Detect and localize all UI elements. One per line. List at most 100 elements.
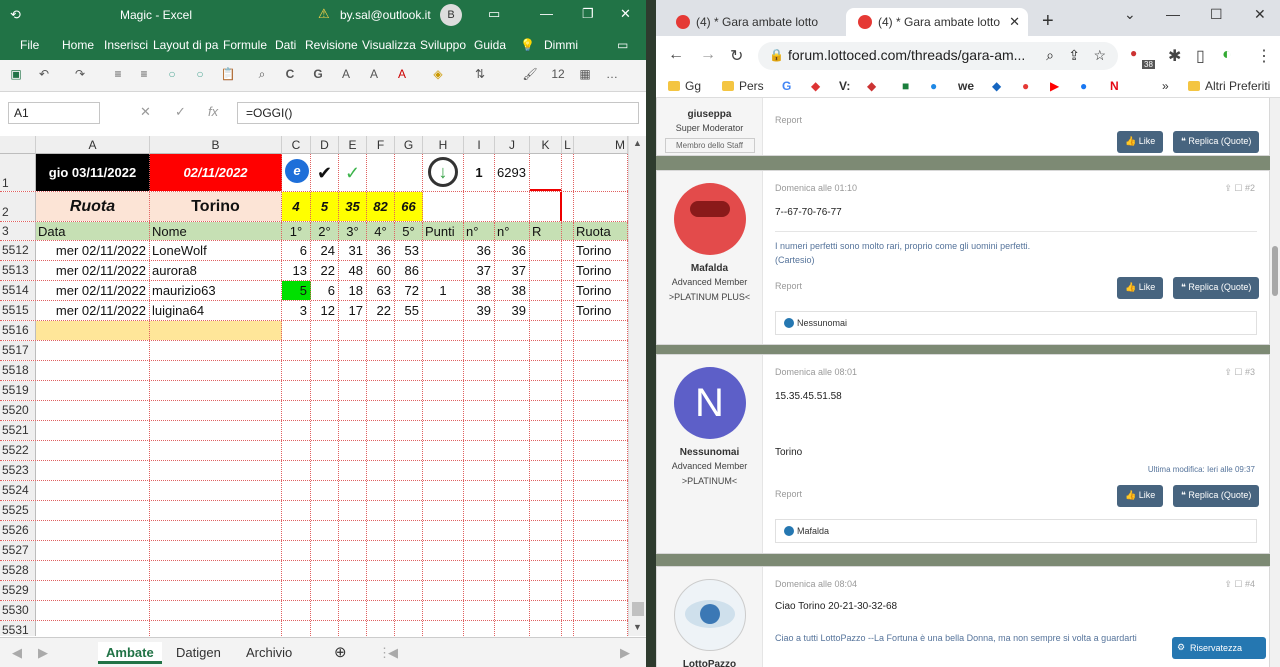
cell-r[interactable] xyxy=(530,281,562,300)
empty-cell[interactable] xyxy=(150,341,282,360)
empty-cell[interactable] xyxy=(423,481,464,500)
empty-cell[interactable] xyxy=(311,581,339,600)
font-shrink-icon[interactable]: A xyxy=(364,67,384,81)
cell-n1[interactable]: 37 xyxy=(464,261,495,280)
menu-tell-me[interactable]: Dimmi xyxy=(544,38,578,52)
header-r[interactable]: R xyxy=(530,222,562,240)
search-icon[interactable]: ⌕ xyxy=(252,67,272,82)
empty-cell[interactable] xyxy=(562,581,574,600)
empty-cell[interactable] xyxy=(495,501,530,520)
empty-cell[interactable] xyxy=(367,541,395,560)
empty-cell[interactable] xyxy=(464,501,495,520)
empty-cell[interactable] xyxy=(311,521,339,540)
reload-icon[interactable]: ↻ xyxy=(730,46,743,66)
empty-cell[interactable] xyxy=(367,561,395,580)
cell-nome[interactable]: luigina64 xyxy=(150,301,282,320)
avatar[interactable] xyxy=(673,579,746,651)
bookmark-star-icon[interactable]: ☆ xyxy=(1093,47,1106,64)
cell-r[interactable] xyxy=(530,301,562,320)
cell-v1-hit[interactable]: 5 xyxy=(282,281,311,300)
empty-cell[interactable] xyxy=(367,601,395,620)
checkmark-black-icon[interactable]: ✔ xyxy=(311,154,339,191)
cell-v4[interactable]: 22 xyxy=(367,301,395,320)
col-header-b[interactable]: B xyxy=(150,136,282,154)
brush-icon[interactable]: 🖌 xyxy=(520,67,540,81)
col-header-i[interactable]: I xyxy=(464,136,495,154)
bookmark-icon[interactable]: ● xyxy=(1022,79,1029,93)
empty-cell[interactable] xyxy=(282,381,311,400)
empty-cell[interactable] xyxy=(530,441,562,460)
next-sheet-icon[interactable]: ▶ xyxy=(30,642,56,664)
row-header[interactable]: 5517 xyxy=(0,341,36,360)
google-icon[interactable]: G xyxy=(782,79,791,93)
empty-cell[interactable] xyxy=(574,401,628,420)
post-date[interactable]: Domenica alle 01:10 xyxy=(775,183,857,193)
empty-cell[interactable] xyxy=(574,481,628,500)
empty-cell[interactable] xyxy=(339,461,367,480)
empty-cell[interactable] xyxy=(339,481,367,500)
empty-cell[interactable] xyxy=(311,481,339,500)
bookmark-gg[interactable]: Gg xyxy=(668,79,701,93)
empty-cell[interactable] xyxy=(282,501,311,520)
cell-draw-date[interactable]: 02/11/2022 xyxy=(150,154,282,191)
empty-cell[interactable] xyxy=(464,481,495,500)
empty-cell[interactable] xyxy=(282,421,311,440)
menu-developer[interactable]: Sviluppo xyxy=(420,38,466,52)
like-button[interactable]: 👍 Like xyxy=(1117,277,1164,299)
empty-cell[interactable] xyxy=(311,401,339,420)
post-tools[interactable]: ⇪ ☐ #3 xyxy=(1224,367,1255,378)
empty-cell[interactable] xyxy=(150,401,282,420)
col-header-g[interactable]: G xyxy=(395,136,423,154)
tab-datigen[interactable]: Datigen xyxy=(168,642,229,664)
paste-icon[interactable]: 📋 xyxy=(218,67,238,81)
empty-cell[interactable] xyxy=(339,601,367,620)
cell-v2[interactable]: 6 xyxy=(311,281,339,300)
empty-cell[interactable] xyxy=(464,441,495,460)
account-email[interactable]: by.sal@outlook.it xyxy=(340,8,431,22)
cell-h1[interactable]: ↓ xyxy=(423,154,464,191)
empty-cell[interactable] xyxy=(36,521,150,540)
cell-n2[interactable]: 39 xyxy=(495,301,530,320)
align-center-icon[interactable]: ≡ xyxy=(134,67,154,81)
empty-cell[interactable] xyxy=(423,461,464,480)
avatar[interactable]: N xyxy=(673,367,746,439)
empty-cell[interactable] xyxy=(150,481,282,500)
empty-cell[interactable] xyxy=(395,461,423,480)
cell-data[interactable]: mer 02/11/2022 xyxy=(36,281,150,300)
empty-cell[interactable] xyxy=(395,541,423,560)
select-all-corner[interactable] xyxy=(0,136,36,154)
cell-v1[interactable]: 6 xyxy=(282,241,311,260)
cell-k2[interactable] xyxy=(530,192,562,221)
bookmark-v-icon[interactable]: V: xyxy=(839,79,850,93)
empty-cell[interactable] xyxy=(574,321,628,340)
minimize-icon[interactable]: — xyxy=(1166,6,1180,22)
scroll-thumb[interactable] xyxy=(1272,246,1278,296)
row-header[interactable]: 5524 xyxy=(0,481,36,500)
header-3[interactable]: 3° xyxy=(339,222,367,240)
col-header-j[interactable]: J xyxy=(495,136,530,154)
sidebar-icon[interactable]: ▯ xyxy=(1196,46,1205,66)
menu-formulas[interactable]: Formule xyxy=(223,38,267,52)
empty-cell[interactable] xyxy=(311,601,339,620)
empty-cell[interactable] xyxy=(574,601,628,620)
empty-cell[interactable] xyxy=(339,541,367,560)
empty-cell[interactable] xyxy=(150,441,282,460)
cell-v2[interactable]: 24 xyxy=(311,241,339,260)
header-data[interactable]: Data xyxy=(36,222,150,240)
empty-cell[interactable] xyxy=(530,601,562,620)
empty-cell[interactable] xyxy=(282,481,311,500)
vertical-scrollbar[interactable]: ▲ ▼ xyxy=(628,136,646,636)
row-header[interactable]: 5530 xyxy=(0,601,36,620)
row-header[interactable]: 5519 xyxy=(0,381,36,400)
reply-button[interactable]: ❝ Replica (Quote) xyxy=(1173,131,1260,153)
empty-cell[interactable] xyxy=(282,621,311,636)
row-header[interactable]: 5512 xyxy=(0,241,36,260)
cell-v3[interactable]: 48 xyxy=(339,261,367,280)
empty-cell[interactable] xyxy=(395,621,423,636)
empty-cell[interactable] xyxy=(562,601,574,620)
format-icon[interactable]: G xyxy=(308,67,328,81)
empty-cell[interactable] xyxy=(423,621,464,636)
empty-cell[interactable] xyxy=(395,441,423,460)
post-date[interactable]: Domenica alle 08:01 xyxy=(775,367,857,377)
empty-cell[interactable] xyxy=(36,441,150,460)
